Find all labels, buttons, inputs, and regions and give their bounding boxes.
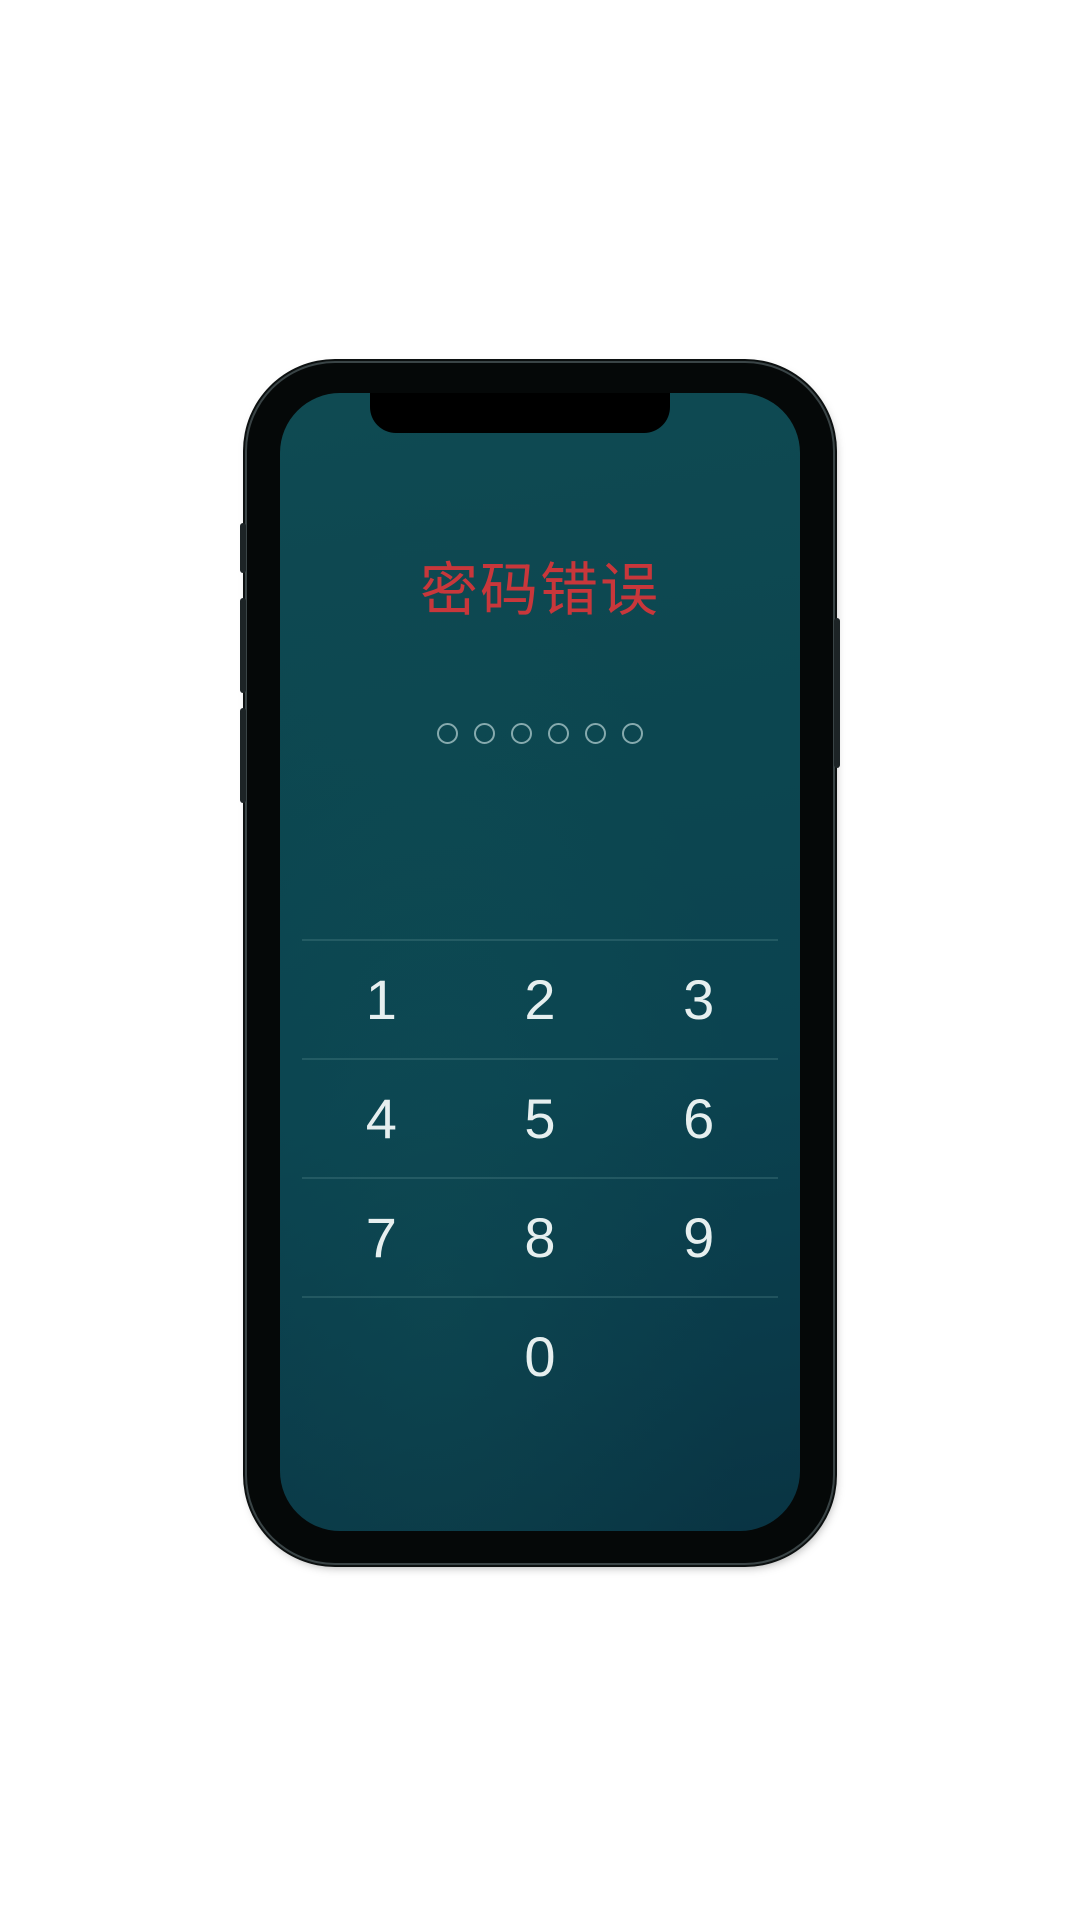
key-6[interactable]: 6 (619, 1060, 778, 1177)
volume-up-button (240, 598, 246, 693)
notch (370, 393, 670, 433)
passcode-dot (548, 723, 569, 744)
passcode-dot (622, 723, 643, 744)
keypad-row: 1 2 3 (302, 939, 778, 1058)
passcode-dot (511, 723, 532, 744)
key-4[interactable]: 4 (302, 1060, 461, 1177)
key-1[interactable]: 1 (302, 941, 461, 1058)
mute-switch (240, 523, 246, 573)
key-9[interactable]: 9 (619, 1179, 778, 1296)
passcode-dots (280, 723, 800, 744)
key-0[interactable]: 0 (461, 1298, 620, 1415)
keypad-row: 4 5 6 (302, 1058, 778, 1177)
key-3[interactable]: 3 (619, 941, 778, 1058)
error-title: 密码错误 (419, 556, 660, 624)
canvas: 密码错误 1 2 3 4 5 6 7 8 9 0 (0, 0, 1080, 1920)
keypad-row: 7 8 9 (302, 1177, 778, 1296)
side-button (834, 618, 840, 768)
key-2[interactable]: 2 (461, 941, 620, 1058)
key-8[interactable]: 8 (461, 1179, 620, 1296)
keypad-row: 0 (302, 1296, 778, 1415)
key-5[interactable]: 5 (461, 1060, 620, 1177)
lock-screen: 密码错误 1 2 3 4 5 6 7 8 9 0 (280, 393, 800, 1531)
volume-down-button (240, 708, 246, 803)
passcode-dot (437, 723, 458, 744)
key-7[interactable]: 7 (302, 1179, 461, 1296)
passcode-dot (585, 723, 606, 744)
passcode-dot (474, 723, 495, 744)
phone-frame: 密码错误 1 2 3 4 5 6 7 8 9 0 (240, 363, 840, 1563)
numeric-keypad: 1 2 3 4 5 6 7 8 9 0 (302, 939, 778, 1415)
